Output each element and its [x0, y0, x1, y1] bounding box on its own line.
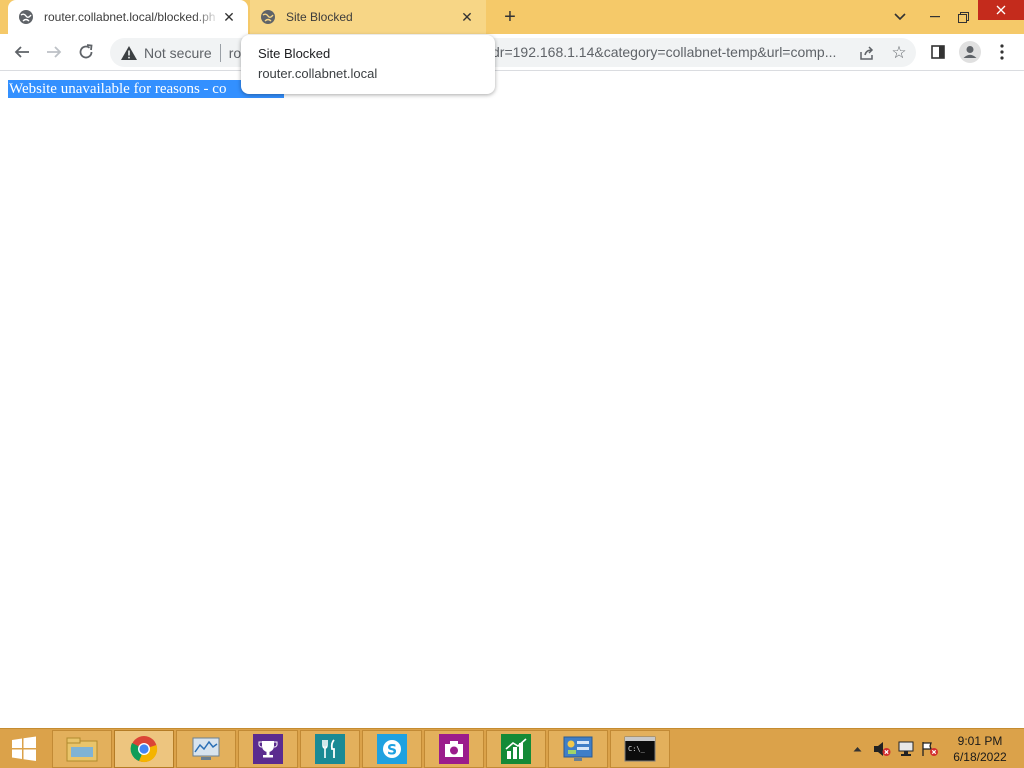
taskbar-food-icon[interactable] [300, 730, 360, 768]
taskbar-finance-icon[interactable] [486, 730, 546, 768]
not-secure-label[interactable]: Not secure [144, 45, 212, 61]
hover-card-domain: router.collabnet.local [258, 66, 378, 81]
tab-title: router.collabnet.local/blocked.ph [44, 10, 216, 24]
tab-strip: router.collabnet.local/blocked.ph ✕ Site… [0, 0, 1024, 34]
side-panel-icon[interactable] [924, 38, 952, 66]
action-center-flag-icon[interactable] [920, 729, 940, 768]
globe-icon [18, 9, 34, 25]
taskbar-camera-icon[interactable] [424, 730, 484, 768]
taskbar-trophy-icon[interactable] [238, 730, 298, 768]
profile-avatar-icon[interactable] [956, 38, 984, 66]
tab-blocked-page[interactable]: router.collabnet.local/blocked.ph ✕ [8, 0, 248, 34]
windows-taskbar: S C:\_ 9:01 PM 6/18/2022 [0, 728, 1024, 768]
menu-kebab-icon[interactable] [988, 38, 1016, 66]
svg-text:S: S [387, 743, 397, 759]
close-window-button[interactable] [978, 0, 1024, 20]
volume-muted-icon[interactable] [872, 729, 892, 768]
share-icon[interactable] [856, 42, 878, 64]
reload-button[interactable] [72, 38, 100, 66]
address-separator [219, 43, 221, 62]
hover-card-title: Site Blocked [258, 46, 331, 61]
globe-icon [260, 9, 276, 25]
clock-date: 6/18/2022 [953, 750, 1007, 764]
svg-text:C:\_: C:\_ [628, 745, 646, 753]
back-button[interactable] [8, 38, 36, 66]
tab-hover-card: Site Blocked router.collabnet.local [241, 35, 495, 94]
page-content: Website unavailable for reasons - co [0, 72, 1024, 728]
taskbar-file-explorer-icon[interactable] [52, 730, 112, 768]
address-bar[interactable]: Not secure ro dr=192.168.1.14&category=c… [110, 38, 916, 67]
taskbar-skype-icon[interactable]: S [362, 730, 422, 768]
tab-site-blocked[interactable]: Site Blocked ✕ [250, 0, 486, 34]
tab-close-icon[interactable]: ✕ [458, 8, 476, 26]
taskbar-clock[interactable]: 9:01 PM 6/18/2022 [946, 733, 1014, 765]
forward-button[interactable] [40, 38, 68, 66]
taskbar-chrome-icon[interactable] [114, 730, 174, 768]
warning-icon[interactable] [120, 45, 138, 60]
new-tab-button[interactable]: + [498, 5, 522, 29]
taskbar-resource-monitor-icon[interactable] [176, 730, 236, 768]
browser-toolbar: Not secure ro dr=192.168.1.14&category=c… [0, 34, 1024, 71]
start-windows-icon[interactable] [0, 729, 48, 768]
taskbar-command-prompt-icon[interactable]: C:\_ [610, 730, 670, 768]
clock-time: 9:01 PM [957, 734, 1003, 748]
tab-close-icon[interactable]: ✕ [220, 8, 238, 26]
url-text[interactable]: dr=192.168.1.14&category=collabnet-temp&… [492, 44, 836, 60]
taskbar-control-panel-icon[interactable] [548, 730, 608, 768]
bookmark-star-icon[interactable]: ☆ [888, 42, 910, 64]
network-icon[interactable] [896, 729, 916, 768]
tab-title: Site Blocked [286, 10, 353, 24]
show-hidden-icons-chevron-icon[interactable] [850, 729, 864, 768]
restore-button[interactable] [950, 0, 976, 34]
minimize-button[interactable] [920, 0, 950, 34]
tab-search-chevron-icon[interactable] [888, 0, 912, 34]
